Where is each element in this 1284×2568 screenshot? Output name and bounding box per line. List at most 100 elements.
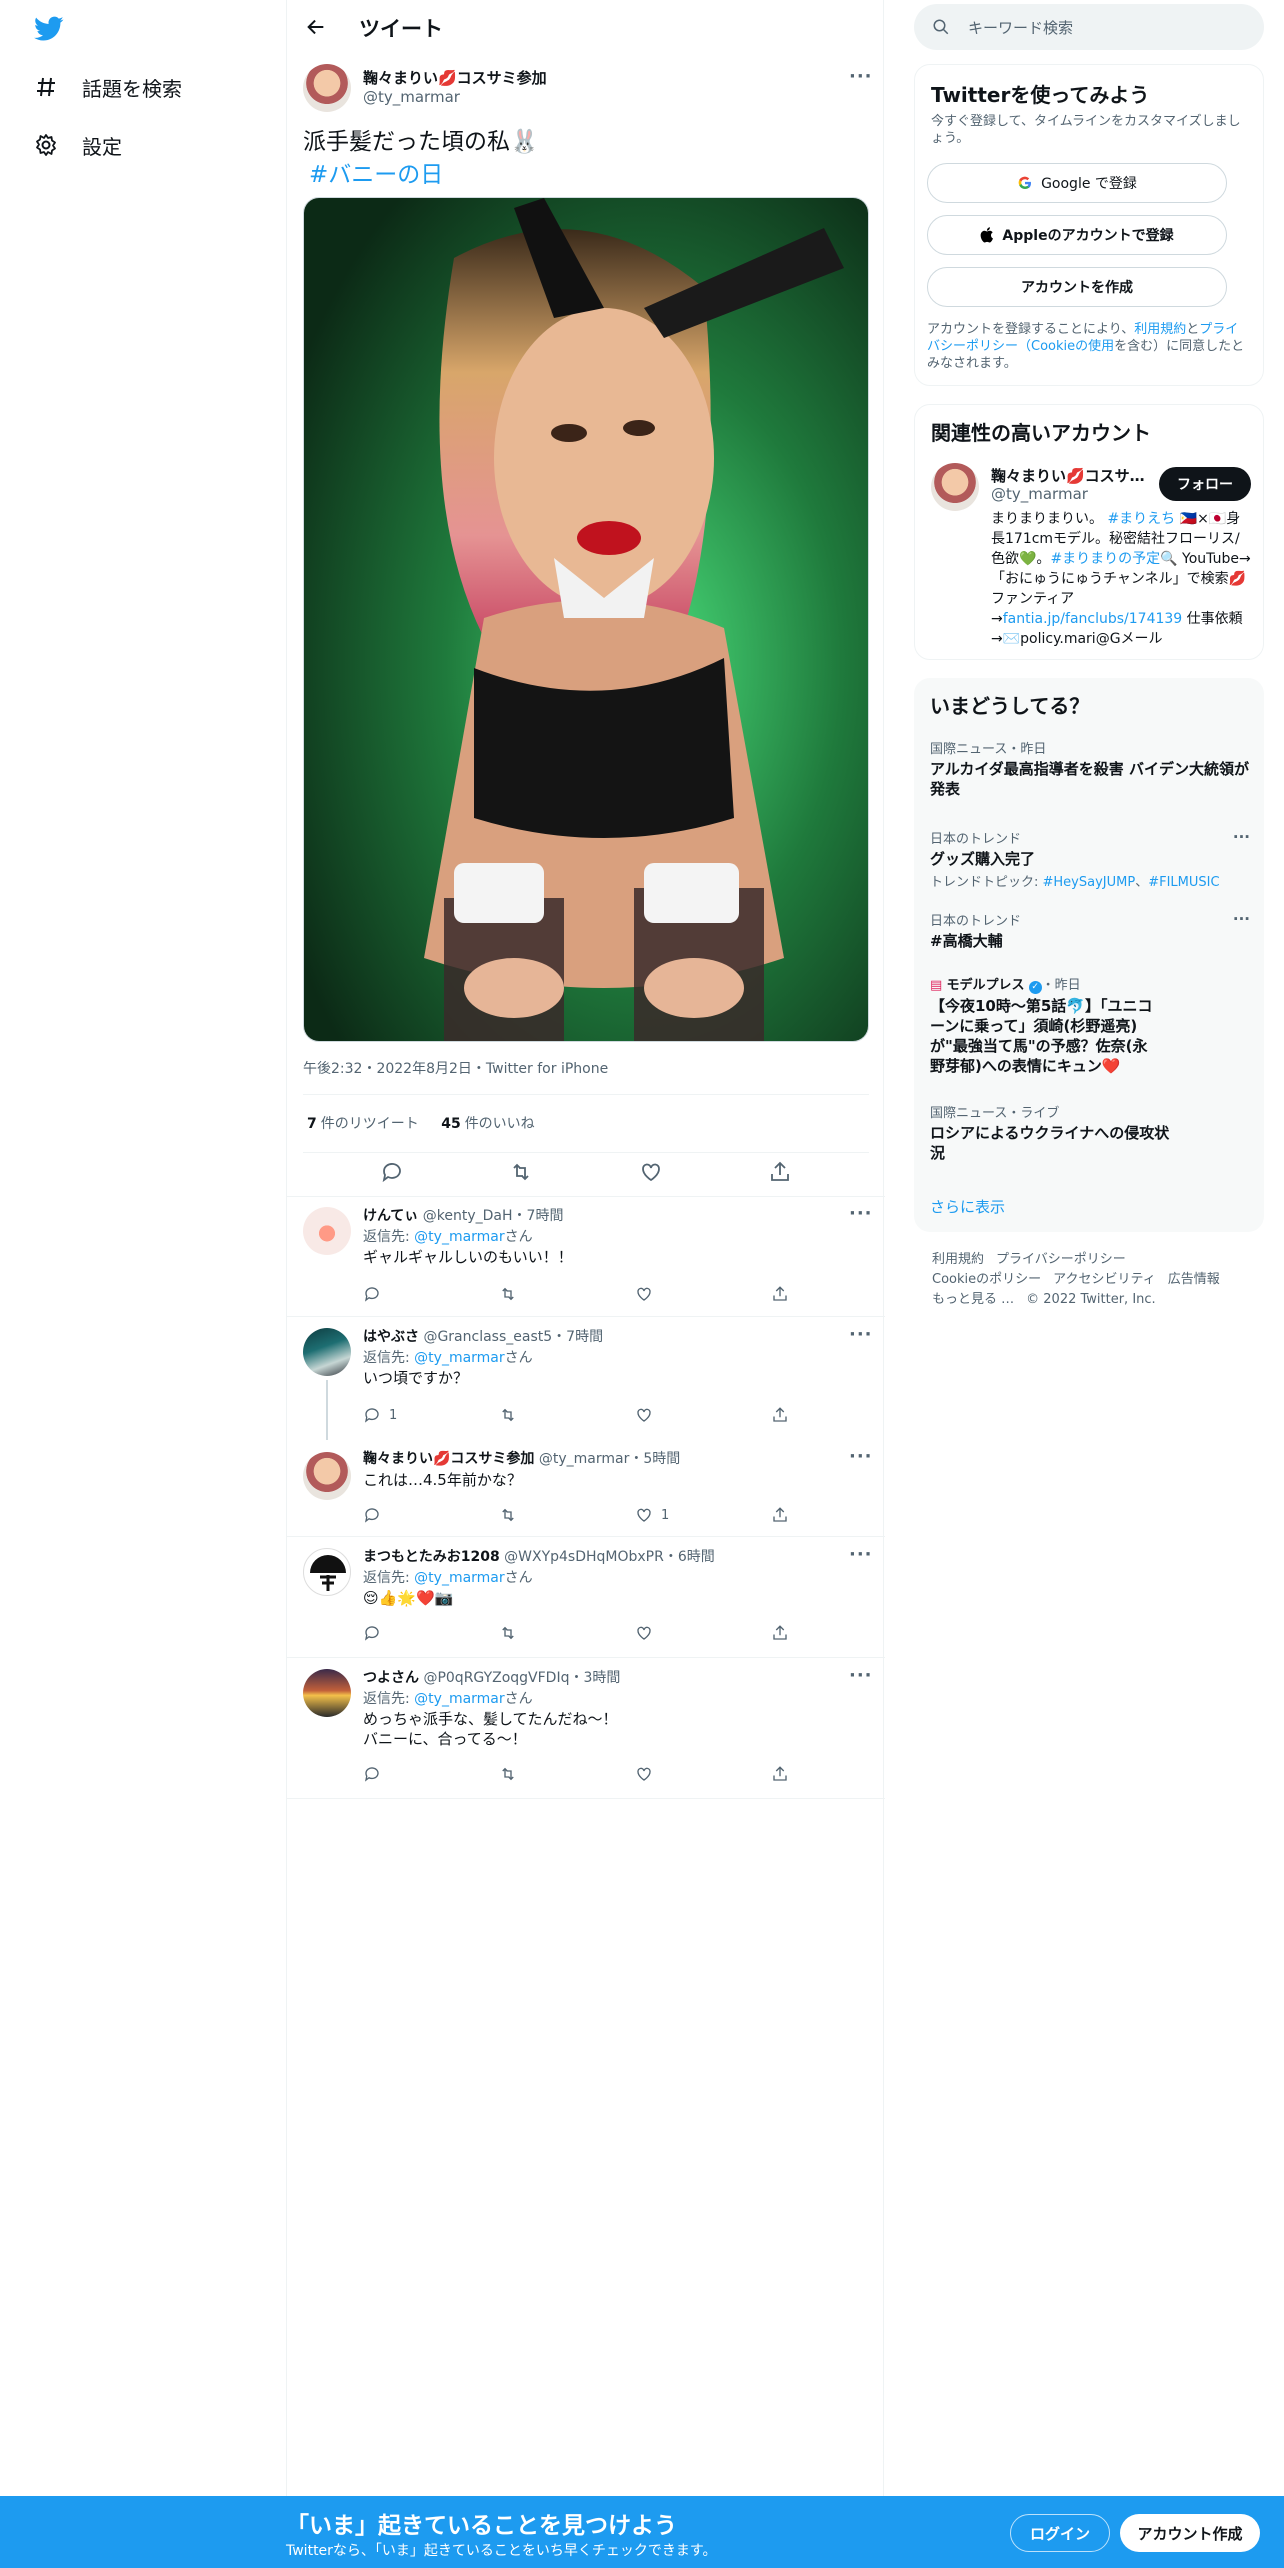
retweet-count[interactable]: 7 [307,1116,317,1132]
tweet-photo[interactable] [303,197,869,1042]
like-button[interactable] [635,1285,771,1303]
nav-item-explore[interactable]: 話題を検索 [34,67,182,107]
more-icon[interactable]: ··· [849,1544,873,1565]
footer-link[interactable]: 利用規約 [932,1252,984,1267]
reply-author-name[interactable]: 鞠々まりい💋コスサミ参加 [363,1451,534,1467]
retweet-button[interactable] [499,1285,635,1303]
footer-link[interactable]: プライバシーポリシー [996,1252,1126,1267]
google-signup-button[interactable]: Google で登録 [927,163,1227,203]
bio-hashtag[interactable]: #まりまりの予定 [1050,551,1160,567]
reply-tweet[interactable]: まつもとたみお1208 @WXYp4sDHqMObxPR・6時間 ··· 返信先… [287,1538,885,1658]
reply-author-handle[interactable]: @Granclass_east5 [423,1329,552,1345]
trend-item[interactable]: 国際ニュース・昨日 アルカイダ最高指導者を殺害 バイデン大統領が発表 [930,738,1250,799]
reply-button[interactable] [363,1506,499,1524]
reply-tweet[interactable]: はやぶさ @Granclass_east5・7時間 ··· 返信先: @ty_m… [287,1318,885,1440]
bio-link[interactable]: fantia.jp/fanclubs/174139 [1003,611,1182,627]
search-box[interactable]: キーワード検索 [914,4,1264,50]
nav-item-settings[interactable]: 設定 [34,125,122,165]
login-button[interactable]: ログイン [1010,2514,1110,2552]
reply-button[interactable] [363,1624,499,1642]
avatar[interactable] [303,64,351,112]
share-icon[interactable] [768,1160,792,1184]
reply-author-name[interactable]: はやぶさ [363,1329,419,1345]
share-button[interactable] [771,1506,907,1524]
more-icon[interactable]: ··· [849,1324,873,1345]
back-arrow-icon[interactable] [305,16,327,38]
more-icon[interactable]: ··· [1233,910,1250,928]
like-icon[interactable] [639,1160,663,1184]
search-input[interactable]: キーワード検索 [968,17,1073,38]
share-button[interactable] [771,1406,907,1424]
reply-to-handle[interactable]: @ty_marmar [414,1570,504,1586]
share-button[interactable] [771,1285,907,1303]
create-account-button[interactable]: アカウントを作成 [927,267,1227,307]
retweet-button[interactable] [499,1624,635,1642]
bio-hashtag[interactable]: #まりえち [1107,511,1175,527]
reply-time[interactable]: ・5時間 [629,1451,680,1467]
reply-time[interactable]: ・6時間 [664,1549,715,1565]
retweet-label[interactable]: 件のリツイート [321,1116,419,1132]
reply-button[interactable]: 1 [363,1406,499,1424]
reply-to-handle[interactable]: @ty_marmar [414,1229,504,1245]
more-icon[interactable]: ··· [1233,828,1250,846]
footer-link[interactable]: アクセシビリティ [1053,1272,1156,1287]
terms-link[interactable]: 利用規約 [1134,322,1186,337]
reply-tweet[interactable]: つよさん @P0qRGYZoqgVFDIq・3時間 ··· 返信先: @ty_m… [287,1659,885,1799]
related-name[interactable]: 鞠々まりい💋コスサ… [991,465,1145,486]
avatar[interactable] [303,1207,351,1255]
trend-hashtag[interactable]: #FILMUSIC [1148,875,1219,890]
like-button[interactable] [635,1406,771,1424]
share-button[interactable] [771,1765,907,1783]
author-name[interactable]: 鞠々まりい💋コスサミ参加 [363,67,547,88]
retweet-icon[interactable] [509,1160,533,1184]
more-icon[interactable]: ··· [849,1203,873,1224]
more-icon[interactable]: ··· [849,66,873,87]
signup-button[interactable]: アカウント作成 [1120,2514,1260,2552]
reply-author-name[interactable]: つよさん [363,1670,419,1686]
reply-icon[interactable] [380,1160,404,1184]
like-label[interactable]: 件のいいね [465,1116,535,1132]
footer-link[interactable]: 広告情報 [1168,1272,1220,1287]
reply-to-handle[interactable]: @ty_marmar [414,1691,504,1707]
trend-item[interactable]: ▤ モデルプレス ✓ ・昨日 【今夜10時～第5話🐬】「ユニコーンに乗って」須崎(… [930,974,1250,1076]
reply-time[interactable]: ・7時間 [552,1329,603,1345]
author-handle[interactable]: @ty_marmar [363,88,460,106]
reply-time[interactable]: ・3時間 [569,1670,620,1686]
reply-author-handle[interactable]: @ty_marmar [539,1451,629,1467]
reply-author-handle[interactable]: @P0qRGYZoqgVFDIq [423,1670,569,1686]
retweet-button[interactable] [499,1765,635,1783]
trend-hashtag[interactable]: #HeySayJUMP [1043,875,1136,890]
twitter-bird-icon[interactable] [34,16,64,42]
share-button[interactable] [771,1624,907,1642]
retweet-button[interactable] [499,1506,635,1524]
follow-button[interactable]: フォロー [1159,467,1251,501]
reply-author-name[interactable]: けんてぃ [363,1208,418,1224]
footer-link[interactable]: もっと見る … [932,1292,1014,1307]
reply-time[interactable]: ・7時間 [513,1208,564,1224]
retweet-button[interactable] [499,1406,635,1424]
tweet-timestamp[interactable]: 午後2:32・2022年8月2日・Twitter for iPhone [303,1058,608,1078]
trend-item[interactable]: 日本のトレンド #高橋大輔 [930,910,1250,951]
reply-to-handle[interactable]: @ty_marmar [414,1350,504,1366]
avatar[interactable] [303,1669,351,1717]
avatar[interactable] [303,1548,351,1596]
footer-link[interactable]: Cookieのポリシー [932,1272,1041,1287]
show-more-link[interactable]: さらに表示 [930,1196,1005,1217]
reply-button[interactable] [363,1285,499,1303]
like-count[interactable]: 45 [441,1116,460,1132]
reply-author-handle[interactable]: @kenty_DaH [423,1208,513,1224]
reply-author-handle[interactable]: @WXYp4sDHqMObxPR [504,1549,664,1565]
like-button[interactable]: 1 [635,1506,771,1524]
hashtag-link[interactable]: #バニーの日 [309,162,443,188]
like-button[interactable] [635,1765,771,1783]
like-button[interactable] [635,1624,771,1642]
reply-tweet[interactable]: けんてぃ @kenty_DaH・7時間 ··· 返信先: @ty_marmarさ… [287,1197,885,1317]
more-icon[interactable]: ··· [849,1446,873,1467]
trend-item[interactable]: 日本のトレンド グッズ購入完了 トレンドトピック: #HeySayJUMP、#F… [930,828,1250,890]
reply-tweet[interactable]: 鞠々まりい💋コスサミ参加 @ty_marmar・5時間 ··· これは…4.5年… [287,1440,885,1537]
more-icon[interactable]: ··· [849,1665,873,1686]
avatar[interactable] [931,463,979,511]
avatar[interactable] [303,1328,351,1376]
apple-signup-button[interactable]: Appleのアカウントで登録 [927,215,1227,255]
avatar[interactable] [303,1452,351,1500]
